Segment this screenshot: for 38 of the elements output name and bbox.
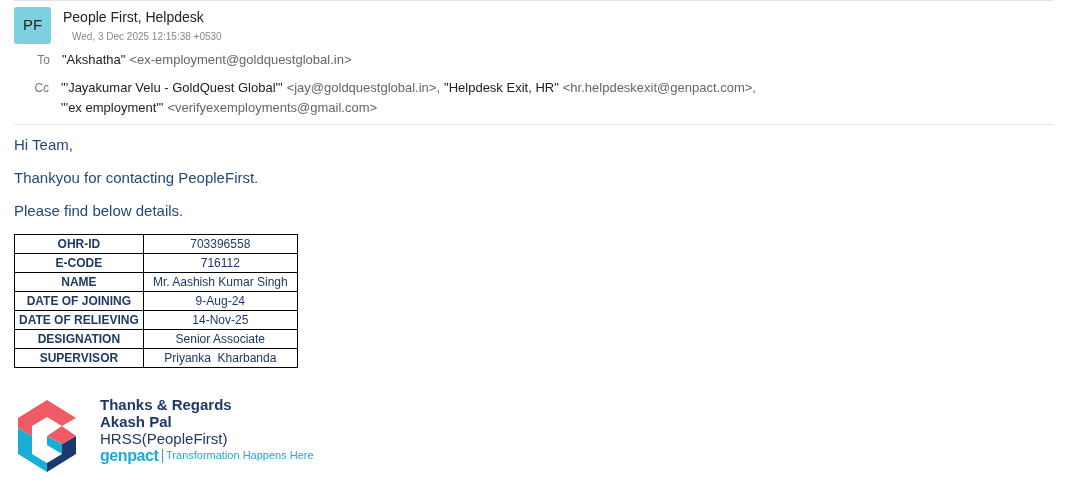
recipient-name[interactable]: "Helpdesk Exit, HR": [444, 78, 559, 98]
separator: ,: [752, 79, 756, 97]
table-cell: DATE OF JOINING: [14, 291, 144, 311]
body-paragraph: Thankyou for contacting PeopleFirst.: [14, 168, 260, 188]
table-cell: Senior Associate: [143, 329, 298, 349]
recipient-address: <hr.helpdeskexit@genpact.com>: [562, 79, 753, 97]
body-paragraph: Please find below details.: [14, 201, 185, 221]
body-paragraph: Hi Team,: [14, 135, 74, 155]
table-cell: 703396558: [143, 234, 298, 254]
brand-name: genpact: [100, 447, 159, 464]
brand-tagline: Transformation Happens Here: [166, 448, 314, 463]
signer-name: Akash Pal: [100, 413, 173, 430]
sent-date: Wed, 3 Dec 2025 12:15:38 +0530: [72, 30, 222, 44]
sender-avatar: PF: [14, 7, 51, 44]
table-cell: 716112: [143, 253, 298, 273]
closing-text: Thanks & Regards: [100, 396, 233, 413]
table-cell: E-CODE: [14, 253, 144, 273]
table-cell: OHR-ID: [14, 234, 144, 254]
logo-icon: [18, 400, 76, 472]
recipient-name[interactable]: "Akshatha": [62, 50, 126, 70]
table-cell: DATE OF RELIEVING: [14, 310, 144, 330]
recipient-address: <verifyexemployments@gmail.com>: [167, 99, 378, 117]
signer-team: HRSS(PeopleFirst): [100, 430, 229, 447]
recipient-name[interactable]: "'ex employment'": [61, 98, 164, 118]
recipient-address: <ex-employment@goldquestglobal.in>: [129, 51, 352, 69]
table-cell: DESIGNATION: [14, 329, 144, 349]
separator: ,: [436, 79, 441, 97]
table-cell: 9-Aug-24: [143, 291, 298, 311]
table-cell: Mr. Aashish Kumar Singh: [143, 272, 298, 292]
table-cell: Priyanka Kharbanda: [143, 348, 298, 368]
recipient-name[interactable]: "'Jayakumar Velu - GoldQuest Global'": [61, 78, 283, 98]
recipient-address: <jay@goldquestglobal.in>: [286, 79, 437, 97]
field-label: To: [36, 52, 51, 69]
table-cell: NAME: [14, 272, 144, 292]
field-label: Cc: [33, 80, 51, 97]
sender-name: People First, Helpdesk: [63, 8, 205, 27]
table-cell: SUPERVISOR: [14, 348, 144, 368]
table-cell: 14-Nov-25: [143, 310, 298, 330]
